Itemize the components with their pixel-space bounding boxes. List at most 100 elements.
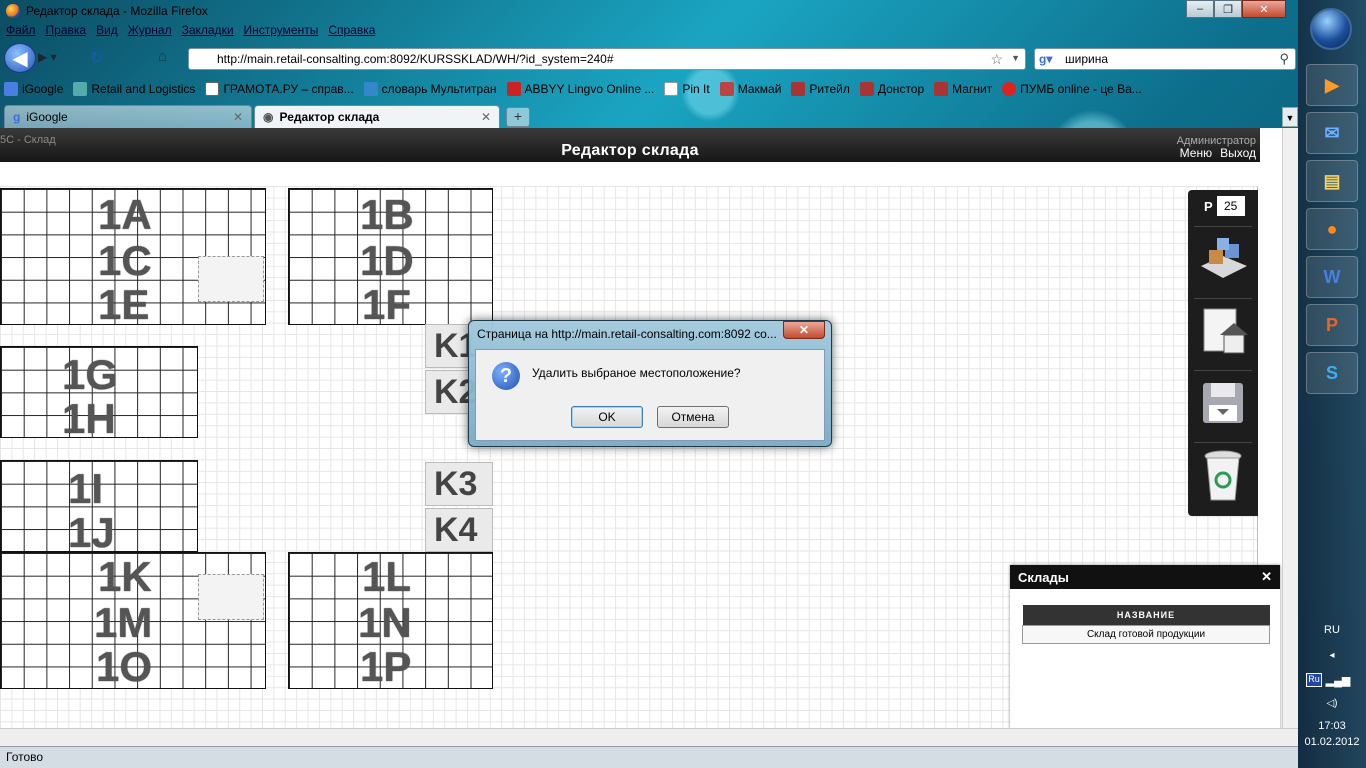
book-icon [506,82,521,96]
block-label[interactable]: 1N [358,602,412,644]
block-label[interactable]: 1A [98,194,152,236]
skype-icon[interactable]: S [1306,352,1358,394]
search-text: ширина [1065,52,1109,66]
forward-button[interactable]: ▶ ▾ [38,50,74,66]
search-box[interactable]: g▾ ширина ⚲ [1034,48,1296,70]
powerpoint-icon[interactable]: P [1306,304,1358,346]
block-label[interactable]: 1C [98,240,152,282]
p-value-input[interactable]: 25 [1216,196,1245,216]
block-label[interactable]: 1I [68,468,103,510]
firefox-taskbar-icon[interactable]: ● [1306,208,1358,250]
bookmark-riteil[interactable]: Ритейл [791,82,850,96]
menu-view[interactable]: Вид [96,23,118,41]
block-label[interactable]: 1K [98,556,152,598]
window-title: Редактор склада - Mozilla Firefox [26,4,208,18]
horizontal-scrollbar[interactable] [0,728,1298,746]
thunderbird-icon[interactable]: ✉ [1306,112,1358,154]
block-label[interactable]: 1D [360,240,414,282]
cell-k4[interactable]: K4 [425,508,493,552]
block-label[interactable]: 1G [62,354,118,396]
dialog-close-button[interactable]: ✕ [783,321,825,339]
tab-close-icon[interactable]: ✕ [481,110,491,124]
block-label[interactable]: 1H [62,398,116,440]
navigation-toolbar: ◀ ▶ ▾ ↻ ⌂ http://main.retail-consalting.… [0,42,1298,74]
block-label[interactable]: 1B [360,194,414,236]
block-label[interactable]: 1P [360,646,411,688]
tray-arrow-icon[interactable]: ◂ [1298,650,1366,661]
table-row[interactable]: Склад готовой продукции [1022,624,1270,644]
clock-time[interactable]: 17:03 [1298,720,1366,732]
bookmark-igoogle[interactable]: iGoogle [4,82,63,96]
panel-close-icon[interactable]: ✕ [1261,569,1272,585]
menu-file[interactable]: Файл [6,23,36,41]
google-search-icon[interactable]: g▾ [1039,52,1055,66]
block-label[interactable]: 1E [98,284,149,326]
bookmark-gramota[interactable]: ГРАМОТА.РУ – справ... [205,82,354,96]
menu-edit[interactable]: Правка [46,23,87,41]
block-label[interactable]: 1M [94,602,152,644]
bookmark-retail-logistics[interactable]: Retail and Logistics [73,82,195,96]
folder-icon[interactable]: ▤ [1306,160,1358,202]
site-icon [719,82,734,96]
cancel-button[interactable]: Отмена [657,406,729,428]
tab-list-button[interactable]: ▼ [1282,107,1298,127]
tab-close-icon[interactable]: ✕ [233,110,243,124]
tab-igoogle[interactable]: g iGoogle ✕ [4,105,252,128]
cell-k3[interactable]: K3 [425,462,493,506]
word-icon[interactable]: W [1306,256,1358,298]
media-player-icon[interactable]: ▶ [1306,64,1358,106]
clock-date[interactable]: 01.02.2012 [1298,736,1366,748]
app-header: 5C - Склад Редактор склада Администратор… [0,128,1260,162]
url-dropdown-icon[interactable]: ▼ [1011,53,1020,63]
menu-link[interactable]: Меню [1180,146,1212,160]
ok-button[interactable]: OK [571,406,643,428]
language-indicator[interactable]: RU [1298,624,1366,636]
search-icon[interactable]: ⚲ [1279,51,1289,67]
maximize-button[interactable]: ❐ [1214,0,1242,18]
site-icon [859,82,874,96]
volume-icon[interactable]: ◁) [1298,698,1366,709]
close-button[interactable]: ✕ [1242,0,1286,18]
warehouse-edit-button[interactable] [1194,298,1252,362]
add-zone-button[interactable] [1194,226,1252,290]
bookmark-makmay[interactable]: Макмай [719,82,781,96]
tab-warehouse-editor[interactable]: ◉ Редактор склада ✕ [254,105,500,128]
bookmark-lingvo[interactable]: ABBYY Lingvo Online ... [506,82,654,96]
block-label[interactable]: 1L [362,556,411,598]
confirm-dialog: Страница на http://main.retail-consaltin… [468,320,832,447]
google-icon [4,82,18,96]
menu-bookmarks[interactable]: Закладки [182,23,234,41]
vertical-scrollbar[interactable] [1282,128,1298,728]
delete-button[interactable] [1194,442,1252,506]
new-tab-button[interactable]: + [506,107,530,127]
url-bar[interactable]: http://main.retail-consalting.com:8092/K… [188,48,1026,70]
menu-tools[interactable]: Инструменты [244,23,319,41]
bookmark-donstor[interactable]: Донстор [859,82,924,96]
menu-bar: Файл Правка Вид Журнал Закладки Инструме… [0,23,375,41]
warehouses-title: Склады [1018,569,1069,585]
bookmark-magnit[interactable]: Магнит [934,82,992,96]
block-label[interactable]: 1O [96,646,152,688]
menu-help[interactable]: Справка [328,23,375,41]
globe-icon [363,82,378,96]
site-icon [73,82,88,96]
back-button[interactable]: ◀ [4,43,36,73]
save-button[interactable] [1194,370,1252,434]
network-icon[interactable]: ▂▄▆ [1318,674,1358,687]
page-icon: ◉ [263,110,274,124]
bookmark-multitran[interactable]: словарь Мультитран [363,82,497,96]
exit-link[interactable]: Выход [1220,146,1256,160]
column-header: НАЗВАНИЕ [1022,605,1270,625]
status-bar: Готово [0,746,1298,768]
block-label[interactable]: 1J [68,512,115,554]
home-icon[interactable]: ⌂ [158,48,167,65]
bookmark-pumb[interactable]: ПУМБ online - це Ва... [1002,82,1142,96]
bookmark-star-icon[interactable]: ☆ [990,51,1003,68]
floppy-save-icon [1203,382,1243,423]
reload-icon[interactable]: ↻ [90,48,103,68]
start-button[interactable] [1310,8,1352,50]
minimize-button[interactable]: – [1186,0,1214,18]
bookmark-pinit[interactable]: Pin It [664,82,710,96]
menu-history[interactable]: Журнал [128,23,172,41]
block-label[interactable]: 1F [362,284,411,326]
